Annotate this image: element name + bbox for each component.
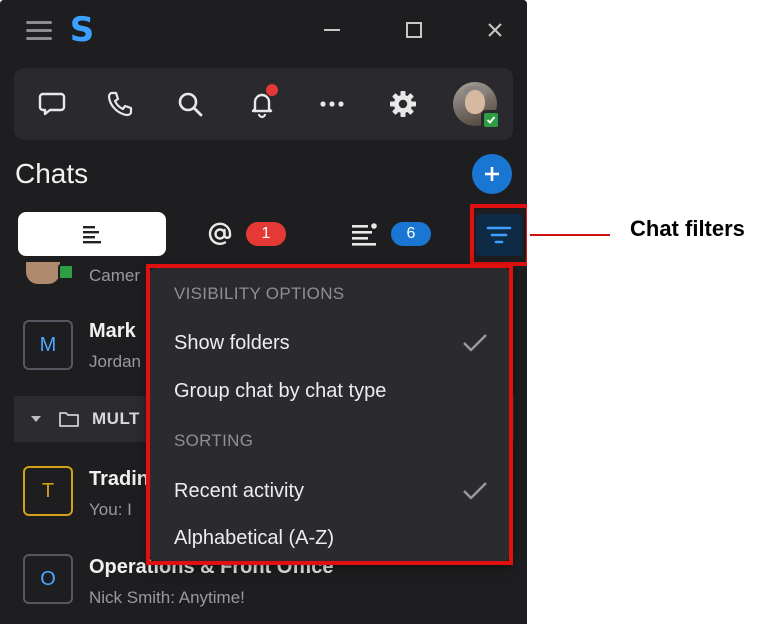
maximize-button[interactable]	[394, 10, 434, 50]
menu-highlight-box	[146, 264, 513, 565]
presence-available-icon	[481, 110, 501, 130]
at-icon	[208, 222, 232, 246]
folder-icon	[59, 412, 79, 427]
chat-name: Tradin	[89, 468, 150, 490]
user-avatar[interactable]	[453, 82, 501, 130]
search-icon	[178, 92, 203, 117]
chat-avatar: O	[23, 554, 73, 604]
mentions-badge: 1	[246, 222, 286, 246]
app-window: S Chats 1 6 Camer M Mark Jordan MULT T T…	[0, 0, 527, 624]
chat-preview: Camer	[89, 266, 141, 285]
unread-badge: 6	[391, 222, 431, 246]
chat-button[interactable]	[30, 82, 74, 126]
chat-avatar: T	[23, 466, 73, 516]
hamburger-menu-icon[interactable]	[18, 10, 58, 50]
chat-avatar-photo	[26, 262, 60, 284]
chat-name: Mark	[89, 320, 136, 342]
tab-mentions[interactable]: 1	[176, 212, 316, 256]
more-icon	[320, 101, 344, 107]
calls-button[interactable]	[98, 82, 142, 126]
phone-icon	[107, 91, 133, 117]
chats-title: Chats	[15, 158, 89, 189]
filter-highlight-box	[470, 204, 527, 266]
settings-button[interactable]	[381, 82, 425, 126]
callout-line	[530, 234, 610, 236]
gear-icon	[390, 91, 416, 117]
tab-unread[interactable]: 6	[320, 212, 460, 256]
minimize-button[interactable]	[312, 10, 352, 50]
search-button[interactable]	[168, 82, 212, 126]
chat-preview: Jordan	[89, 352, 141, 371]
folder-label: MULT	[92, 409, 140, 428]
tab-all-chats[interactable]	[18, 212, 166, 256]
list-dot-icon	[352, 223, 377, 246]
new-chat-button[interactable]	[472, 154, 512, 194]
chat-icon	[38, 92, 66, 116]
chat-preview: You: I	[89, 500, 132, 519]
callout-label: Chat filters	[630, 216, 745, 241]
more-button[interactable]	[310, 82, 354, 126]
notifications-button[interactable]	[240, 82, 284, 126]
title-bar: S	[0, 0, 527, 58]
close-button[interactable]	[475, 10, 515, 50]
chat-avatar: M	[23, 320, 73, 370]
presence-available-icon	[58, 264, 74, 280]
minimize-icon	[324, 29, 340, 31]
main-toolbar	[14, 68, 513, 140]
notification-dot	[266, 84, 278, 96]
app-logo: S	[69, 10, 95, 50]
caret-down-icon	[31, 416, 41, 422]
plus-icon	[485, 167, 499, 181]
list-icon	[83, 226, 101, 244]
close-icon	[488, 23, 502, 37]
chat-preview: Nick Smith: Anytime!	[89, 588, 245, 607]
maximize-icon	[406, 22, 422, 38]
